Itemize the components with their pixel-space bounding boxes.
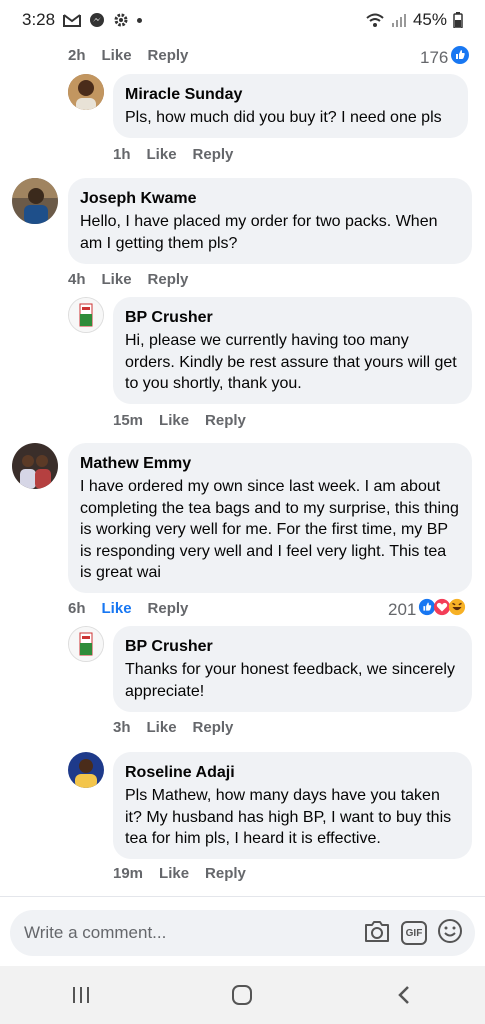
back-chevron-icon — [398, 986, 410, 1004]
comment-meta: 19m Like Reply — [113, 865, 246, 882]
reaction-count-value: 176 — [420, 47, 449, 67]
reply-button[interactable]: Reply — [193, 146, 234, 163]
avatar[interactable] — [68, 74, 104, 110]
comment-input[interactable]: Write a comment... GIF — [10, 910, 475, 956]
comment-text: I have ordered my own since last week. I… — [80, 478, 459, 581]
comment-text: Hello, I have placed my order for two pa… — [80, 213, 438, 252]
comment-input-placeholder: Write a comment... — [24, 923, 167, 942]
comment-author[interactable]: BP Crusher — [125, 308, 460, 328]
like-button[interactable]: Like — [102, 47, 132, 64]
reply-button[interactable]: Reply — [148, 600, 189, 617]
like-button[interactable]: Like — [147, 719, 177, 736]
reply-button[interactable]: Reply — [148, 271, 189, 288]
comment-text: Thanks for your honest feedback, we sinc… — [125, 661, 455, 700]
avatar[interactable] — [12, 178, 58, 224]
comment-author[interactable]: BP Crusher — [125, 637, 460, 657]
home-icon — [232, 985, 253, 1005]
home-button[interactable] — [212, 975, 272, 1015]
settings-gear-icon — [113, 12, 129, 28]
reaction-count[interactable]: 201 — [388, 598, 466, 621]
comment-time: 4h — [68, 271, 86, 288]
comment-time: 15m — [113, 412, 144, 429]
comment-meta: 3h Like Reply — [113, 719, 233, 736]
avatar[interactable] — [12, 443, 58, 489]
comment-bubble: Miracle Sunday Pls, how much did you buy… — [113, 74, 468, 138]
back-button[interactable] — [374, 975, 434, 1015]
comment-bubble: BP Crusher Thanks for your honest feedba… — [113, 626, 472, 712]
reaction-count-value: 201 — [388, 599, 417, 619]
gmail-icon — [63, 13, 82, 27]
like-button[interactable]: Like — [159, 865, 189, 882]
comment-meta: 6h Like Reply — [68, 600, 188, 617]
comment-bubble: Roseline Adaji Pls Mathew, how many days… — [113, 752, 472, 859]
battery-percent: 45% — [412, 10, 447, 29]
wifi-icon — [365, 12, 385, 28]
signal-icon — [391, 13, 407, 27]
comment-time: 6h — [68, 600, 86, 617]
comment-meta: 1h Like Reply — [113, 146, 233, 163]
system-nav-bar — [0, 966, 485, 1024]
comment-text: Hi, please we currently having too many … — [125, 332, 457, 392]
like-button[interactable]: Like — [159, 412, 189, 429]
comment-bubble: Mathew Emmy I have ordered my own since … — [68, 443, 472, 593]
comment-text: Pls, how much did you buy it? I need one… — [125, 109, 442, 126]
haha-reaction-icon — [448, 598, 466, 621]
comment-meta: 15m Like Reply — [113, 412, 246, 429]
comment-meta: 4h Like Reply — [68, 271, 188, 288]
avatar[interactable] — [68, 752, 104, 788]
emoji-icon[interactable] — [437, 918, 463, 949]
like-button[interactable]: Like — [102, 600, 132, 617]
comment-author[interactable]: Joseph Kwame — [80, 189, 460, 209]
reply-button[interactable]: Reply — [148, 47, 189, 64]
comment-time: 2h — [68, 47, 86, 64]
page-avatar[interactable] — [68, 297, 104, 333]
gif-button[interactable]: GIF — [401, 921, 427, 945]
like-button[interactable]: Like — [147, 146, 177, 163]
recent-apps-button[interactable] — [51, 975, 111, 1015]
comment-author[interactable]: Roseline Adaji — [125, 763, 460, 783]
status-bar: 3:28 45% — [0, 0, 485, 40]
reply-button[interactable]: Reply — [205, 865, 246, 882]
comment-author[interactable]: Miracle Sunday — [125, 85, 456, 105]
like-button[interactable]: Like — [102, 271, 132, 288]
gif-label: GIF — [405, 927, 423, 939]
comment-bubble: BP Crusher Hi, please we currently havin… — [113, 297, 472, 404]
comment-bubble: Joseph Kwame Hello, I have placed my ord… — [68, 178, 472, 264]
messenger-icon — [89, 12, 105, 28]
notification-dot-icon — [137, 17, 143, 23]
battery-icon — [453, 12, 463, 28]
comment-text: Pls Mathew, how many days have you taken… — [125, 787, 452, 847]
page-avatar[interactable] — [68, 626, 104, 662]
reaction-count[interactable]: 176 — [420, 45, 470, 70]
comment-time: 1h — [113, 146, 131, 163]
camera-icon[interactable] — [363, 918, 391, 949]
comment-composer-bar: Write a comment... GIF — [0, 896, 485, 966]
recent-apps-icon — [72, 987, 89, 1003]
comment-time: 19m — [113, 865, 144, 882]
status-time: 3:28 — [22, 10, 56, 29]
reply-button[interactable]: Reply — [205, 412, 246, 429]
comment-author[interactable]: Mathew Emmy — [80, 454, 460, 474]
comment-meta: 2h Like Reply — [68, 47, 188, 64]
comment-time: 3h — [113, 719, 131, 736]
like-reaction-icon — [450, 45, 470, 70]
reply-button[interactable]: Reply — [193, 719, 234, 736]
